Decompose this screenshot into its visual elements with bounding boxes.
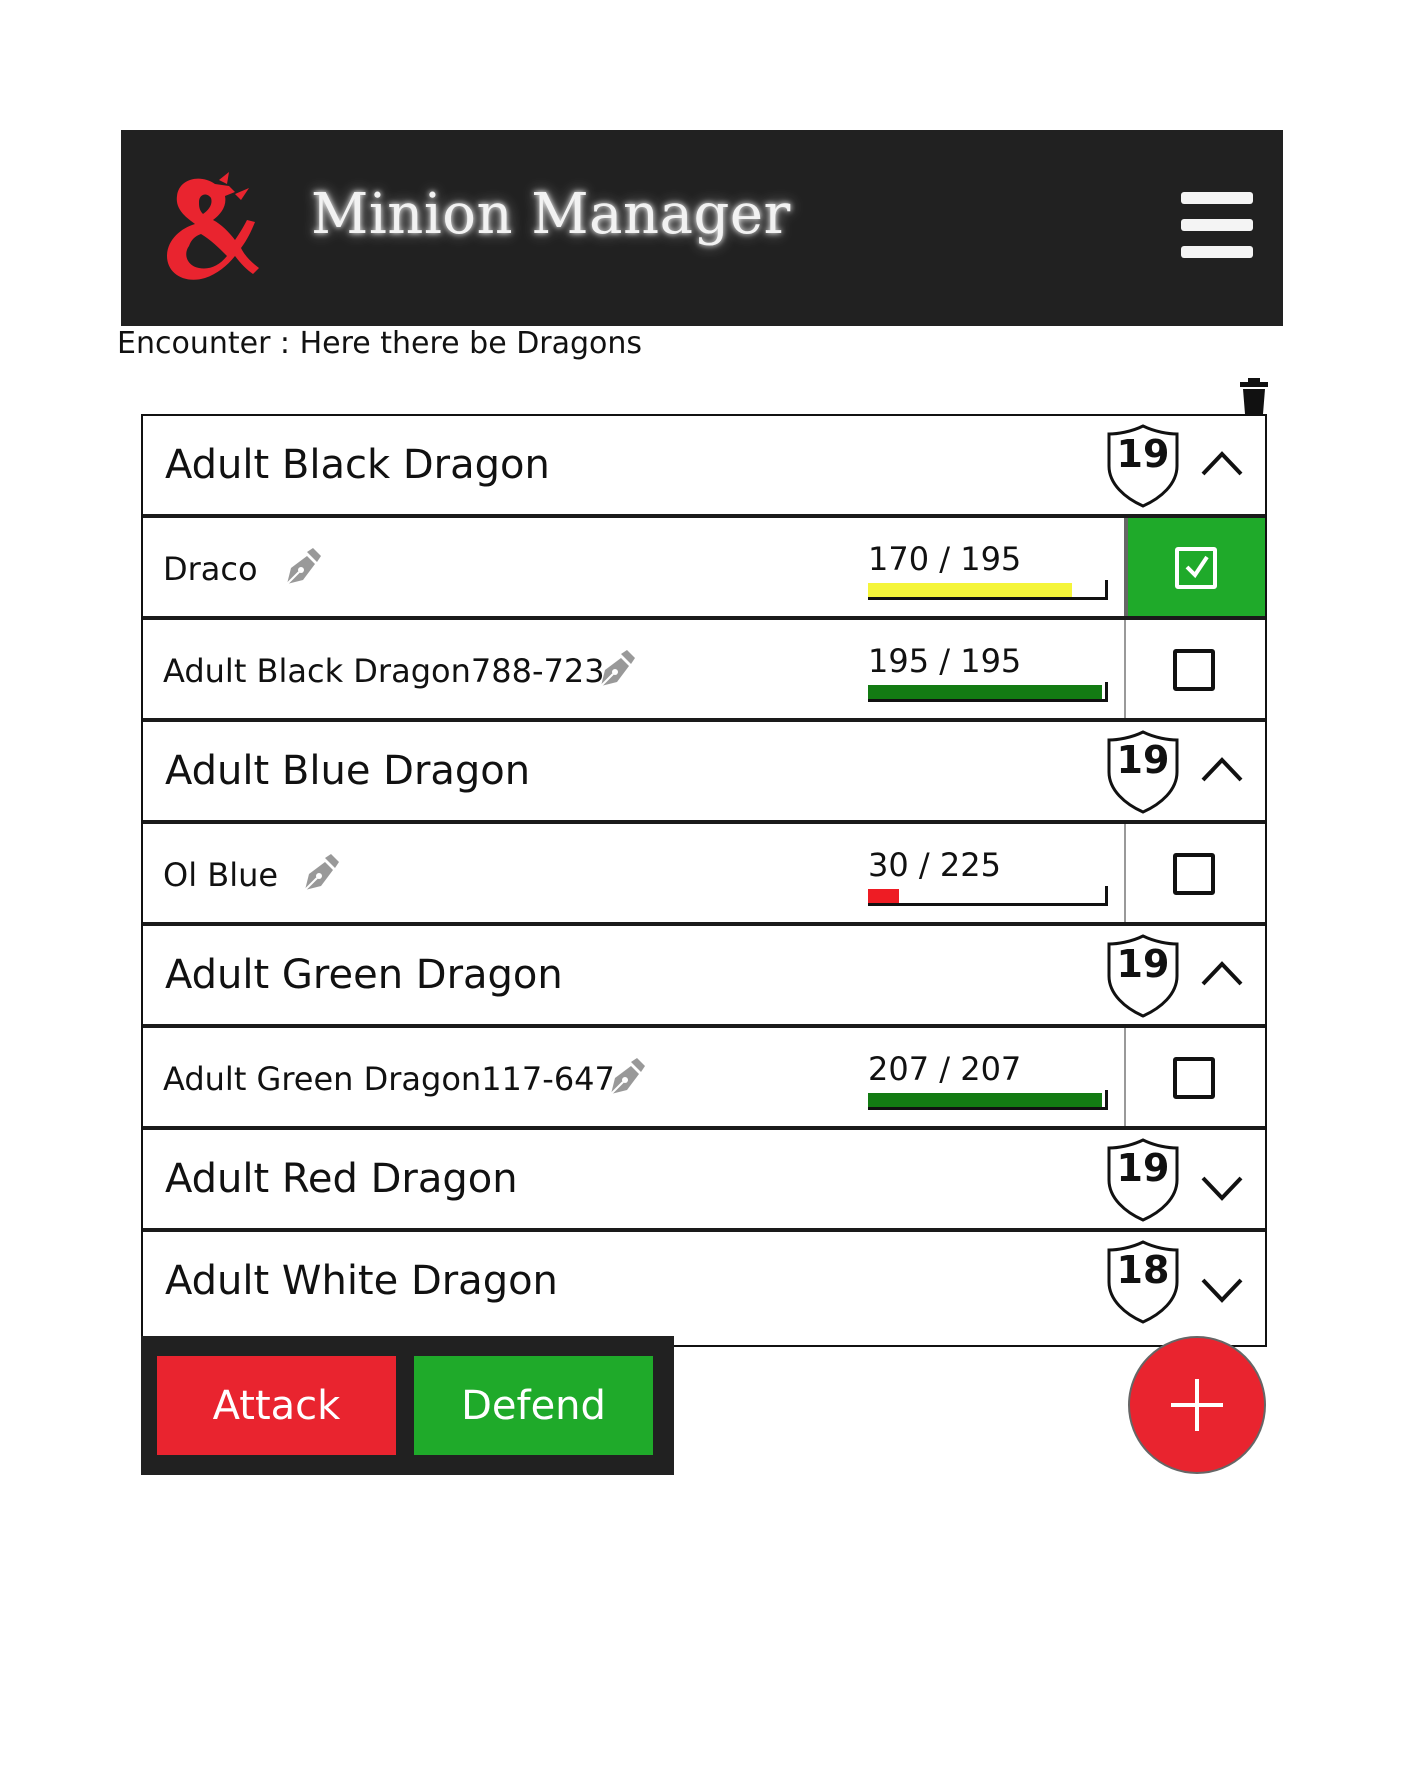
hp-fill [868, 1093, 1102, 1107]
checkbox-unchecked[interactable] [1173, 1057, 1215, 1099]
minion-name: Adult Green Dragon117-647 [163, 1060, 615, 1098]
hp-fill [868, 685, 1102, 699]
app-header: Minion Manager [121, 130, 1283, 326]
hp-bar [868, 1090, 1108, 1110]
checkbox-checked[interactable] [1175, 547, 1217, 589]
encounter-label: Encounter : Here there be Dragons [117, 326, 643, 361]
group-name: Adult White Dragon [165, 1258, 558, 1304]
armor-class-value: 18 [1116, 1248, 1170, 1292]
pen-edit-icon[interactable] [299, 854, 339, 894]
hamburger-menu-icon[interactable] [1181, 192, 1253, 258]
ampersand-dragon-logo [167, 172, 259, 280]
minion-name: Ol Blue [163, 856, 279, 894]
attack-button[interactable]: Attack [157, 1356, 396, 1455]
group-name: Adult Green Dragon [165, 952, 563, 998]
select-checkbox-cell[interactable] [1124, 620, 1265, 718]
group-name: Adult Blue Dragon [165, 748, 531, 794]
trash-icon[interactable] [1238, 378, 1270, 414]
hp-text: 195 / 195 [868, 642, 1022, 680]
select-checkbox-cell[interactable] [1124, 824, 1265, 922]
hp-bar [868, 886, 1108, 906]
checkbox-unchecked[interactable] [1173, 649, 1215, 691]
dragon-list: Adult Black Dragon 19 Draco 170 / 195 Ad… [141, 414, 1267, 1347]
group-header-adult-green-dragon[interactable]: Adult Green Dragon 19 [143, 926, 1265, 1028]
chevron-up-icon[interactable] [1199, 746, 1245, 796]
armor-class-value: 19 [1116, 738, 1170, 782]
armor-class-value: 19 [1116, 942, 1170, 986]
armor-class-value: 19 [1116, 432, 1170, 476]
select-checkbox-cell[interactable] [1124, 1028, 1265, 1126]
group-header-adult-blue-dragon[interactable]: Adult Blue Dragon 19 [143, 722, 1265, 824]
chevron-down-icon[interactable] [1199, 1256, 1245, 1306]
hp-text: 207 / 207 [868, 1050, 1022, 1088]
plus-icon [1171, 1379, 1223, 1431]
chevron-up-icon[interactable] [1199, 440, 1245, 490]
hp-fill [868, 889, 899, 903]
hp-text: 170 / 195 [868, 540, 1022, 578]
armor-class-value: 19 [1116, 1146, 1170, 1190]
action-bar: Attack Defend [141, 1336, 674, 1475]
hp-bar [868, 580, 1108, 600]
app-title: Minion Manager [311, 182, 791, 247]
group-header-adult-black-dragon[interactable]: Adult Black Dragon 19 [143, 416, 1265, 518]
checkmark-icon [1185, 555, 1209, 579]
hp-bar [868, 682, 1108, 702]
minion-name: Adult Black Dragon788-723 [163, 652, 605, 690]
checkbox-unchecked[interactable] [1173, 853, 1215, 895]
group-name: Adult Black Dragon [165, 442, 550, 488]
group-header-adult-red-dragon[interactable]: Adult Red Dragon 19 [143, 1130, 1265, 1232]
minion-row-adult-green-dragon-117-647[interactable]: Adult Green Dragon117-647 207 / 207 [143, 1028, 1265, 1130]
chevron-down-icon[interactable] [1199, 1154, 1245, 1204]
group-name: Adult Red Dragon [165, 1156, 518, 1202]
chevron-up-icon[interactable] [1199, 950, 1245, 1000]
minion-name: Draco [163, 550, 258, 588]
hp-text: 30 / 225 [868, 846, 1001, 884]
minion-row-ol-blue[interactable]: Ol Blue 30 / 225 [143, 824, 1265, 926]
group-header-adult-white-dragon[interactable]: Adult White Dragon 18 [143, 1232, 1265, 1334]
pen-edit-icon[interactable] [595, 650, 635, 690]
minion-row-draco[interactable]: Draco 170 / 195 [143, 518, 1265, 620]
pen-edit-icon[interactable] [605, 1058, 645, 1098]
defend-button[interactable]: Defend [414, 1356, 653, 1455]
minion-row-adult-black-dragon-788-723[interactable]: Adult Black Dragon788-723 195 / 195 [143, 620, 1265, 722]
pen-edit-icon[interactable] [281, 548, 321, 588]
hp-fill [868, 583, 1072, 597]
add-minion-button[interactable] [1128, 1336, 1266, 1474]
select-checkbox-cell[interactable] [1124, 518, 1265, 616]
